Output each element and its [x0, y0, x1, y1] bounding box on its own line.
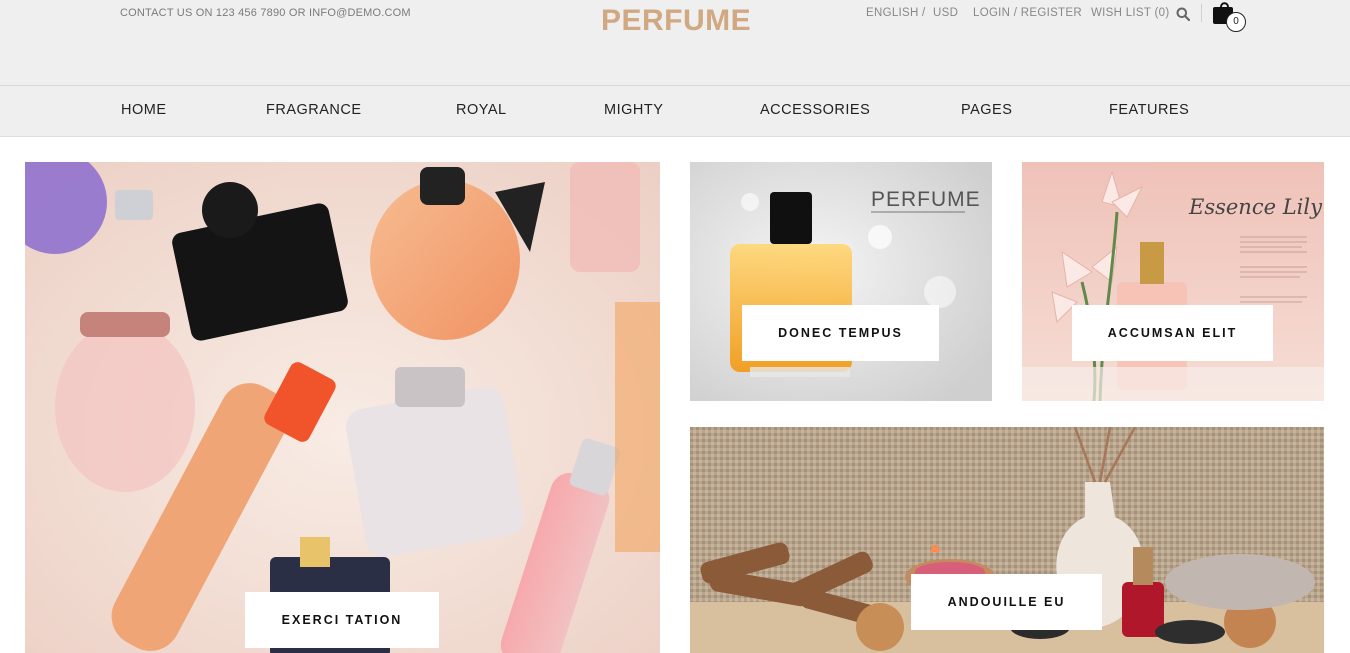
main-banner[interactable]: EXERCI TATION: [25, 162, 660, 653]
perfume-bottles-image: [25, 162, 660, 653]
nav-royal[interactable]: ROYAL: [456, 102, 507, 118]
login-register-link[interactable]: LOGIN / REGISTER: [973, 7, 1082, 19]
aroma-banner[interactable]: ANDOUILLE EU: [690, 427, 1324, 653]
perfume-bottle-image: PERFUME: [690, 162, 992, 401]
currency-selector[interactable]: USD: [933, 7, 958, 19]
essence-lily-image-text: Essence Lily: [1188, 195, 1323, 219]
contact-info: CONTACT US ON 123 456 7890 OR INFO@DEMO.…: [120, 7, 411, 19]
lily-perfume-image: Essence Lily: [1022, 162, 1324, 401]
nav-fragrance[interactable]: FRAGRANCE: [266, 102, 362, 118]
nav-pages[interactable]: PAGES: [961, 102, 1012, 118]
lang-currency-separator: /: [922, 7, 926, 19]
perfume-banner[interactable]: PERFUME DONEC TEMPUS: [690, 162, 992, 401]
donec-tempus-button[interactable]: DONEC TEMPUS: [742, 305, 939, 361]
essence-lily-banner[interactable]: Essence Lily ACCUMSAN ELIT: [1022, 162, 1324, 401]
perfume-image-text: PERFUME: [871, 188, 981, 211]
cart-count-badge[interactable]: 0: [1226, 12, 1246, 32]
nav-accessories[interactable]: ACCESSORIES: [760, 102, 870, 118]
andouille-eu-button[interactable]: ANDOUILLE EU: [911, 574, 1102, 630]
main-navigation: HOME FRAGRANCE ROYAL MIGHTY ACCESSORIES …: [0, 86, 1350, 137]
site-logo[interactable]: PERFUME: [601, 4, 751, 38]
nav-features[interactable]: FEATURES: [1109, 102, 1189, 118]
header-divider: [1201, 4, 1202, 22]
nav-home[interactable]: HOME: [121, 102, 167, 118]
language-selector[interactable]: ENGLISH: [866, 7, 919, 19]
nav-mighty[interactable]: MIGHTY: [604, 102, 663, 118]
search-icon[interactable]: [1176, 7, 1190, 21]
wishlist-link[interactable]: WISH LIST (0): [1091, 7, 1169, 19]
accumsan-elit-button[interactable]: ACCUMSAN ELIT: [1072, 305, 1273, 361]
header-top-bar: CONTACT US ON 123 456 7890 OR INFO@DEMO.…: [0, 0, 1350, 86]
main-banner-label-button[interactable]: EXERCI TATION: [245, 592, 439, 648]
